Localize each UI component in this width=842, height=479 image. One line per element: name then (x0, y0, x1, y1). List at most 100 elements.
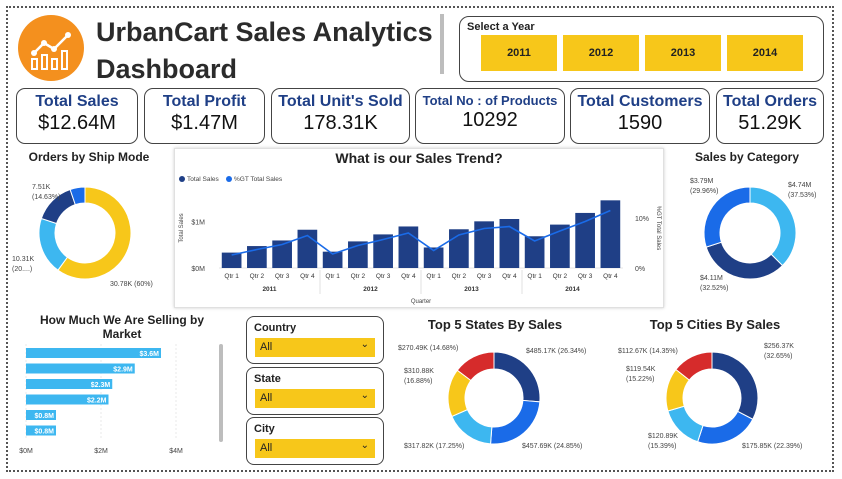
year-tick-label: 2012 (363, 286, 378, 293)
year-tick-label: 2013 (464, 286, 479, 293)
y-right-tick-label: 0% (635, 266, 645, 273)
quarter-tick-label: Qtr 4 (603, 273, 618, 280)
states-slice (451, 408, 493, 445)
quarter-tick-label: Qtr 1 (426, 273, 441, 280)
y-tick-label: $1M (191, 219, 205, 226)
x-axis-title: Quarter (411, 299, 431, 305)
legend-marker (226, 176, 232, 182)
quarter-tick-label: Qtr 1 (527, 273, 542, 280)
market-axis-label: $2M (94, 448, 108, 455)
country-dropdown[interactable]: All ⌄ (255, 338, 375, 357)
quarter-tick-label: Qtr 4 (300, 273, 315, 280)
quarter-tick-label: Qtr 1 (325, 273, 340, 280)
kpi-label: Total Customers (577, 93, 703, 110)
country-slicer: Country All ⌄ (246, 316, 384, 364)
category-title: Sales by Category (694, 150, 800, 164)
market-title: How Much We Are Selling by Market (39, 313, 205, 341)
kpi-value: 51.29K (738, 112, 802, 134)
sales-bar (600, 200, 621, 268)
kpi-value: 178.31K (303, 112, 378, 134)
market-chart: $0M $2M $4M $3.6M $2.9M $2.3M $2.2M $0.8M $0.8M (19, 344, 183, 455)
legend-marker (179, 176, 185, 182)
kpi-value: 1590 (617, 112, 663, 134)
y-axis-title: Total Sales (179, 213, 185, 242)
states-slice (490, 399, 541, 445)
market-bar-label: $2.3M (91, 382, 111, 389)
market-bar-label: $3.6M (140, 351, 160, 358)
sales-trend-title: What is our Sales Trend? (335, 150, 503, 166)
states-title: Top 5 States By Sales (427, 317, 563, 332)
category-data-label: (37.53%) (788, 192, 816, 199)
quarter-tick-label: Qtr 2 (250, 273, 265, 280)
year-button-2014[interactable]: 2014 (727, 35, 803, 71)
kpi-label: Total Sales (35, 93, 119, 110)
market-axis-label: $0M (19, 448, 33, 455)
state-dropdown-value: All (260, 392, 273, 404)
kpi-customers: Total Customers 1590 (570, 88, 710, 144)
market-scrollbar[interactable] (219, 344, 223, 442)
legend-label: Total Sales (187, 176, 220, 183)
year-slicer-label: Select a Year (467, 21, 535, 33)
year-tick-label: 2014 (565, 286, 580, 293)
cities-data-label: $256.37K (764, 343, 794, 350)
kpi-total-sales: Total Sales $12.64M (16, 88, 138, 144)
kpi-value: 10292 (462, 109, 518, 131)
chevron-down-icon: ⌄ (360, 390, 369, 401)
state-dropdown[interactable]: All ⌄ (255, 389, 375, 408)
market-bar-label: $2.2M (87, 398, 107, 405)
ship-mode-data-label: 10.31K (12, 256, 35, 263)
header-divider (440, 14, 444, 74)
cities-data-label: $112.67K (14.35%) (618, 348, 678, 355)
category-data-label: (32.52%) (700, 285, 728, 292)
states-data-label: (16.88%) (404, 378, 432, 385)
ship-mode-data-label: (20....) (12, 266, 32, 273)
city-dropdown-value: All (260, 442, 273, 454)
year-button-2012[interactable]: 2012 (563, 35, 639, 71)
category-slice (705, 241, 784, 280)
states-data-label: $317.82K (17.25%) (404, 443, 464, 450)
state-slicer-label: State (254, 373, 281, 385)
states-data-label: $310.88K (404, 368, 434, 375)
ship-mode-data-label: 7.51K (32, 184, 51, 191)
category-chart: $3.79M (29.96%) $4.74M (37.53%) $4.11M (32.52… (690, 178, 816, 292)
cities-data-label: $120.89K (648, 433, 678, 440)
y-right-axis-title: %GT Total Sales (655, 206, 661, 250)
cities-chart: $112.67K (14.35%) $256.37K (32.65%) $119.54… (618, 343, 802, 450)
kpi-label: Total No : of Products (422, 93, 558, 108)
ship-mode-data-label: 30.78K (60%) (110, 281, 153, 288)
city-dropdown[interactable]: All ⌄ (255, 439, 375, 458)
cities-data-label: (15.39%) (648, 443, 676, 450)
quarter-tick-label: Qtr 3 (275, 273, 290, 280)
kpi-label: Total Profit (162, 93, 247, 110)
chevron-down-icon: ⌄ (360, 440, 369, 451)
country-dropdown-value: All (260, 341, 273, 353)
chevron-down-icon: ⌄ (360, 339, 369, 350)
states-chart: $270.49K (14.68%) $485.17K (26.34%) $310.8… (398, 345, 586, 450)
category-data-label: $4.74M (788, 182, 812, 189)
category-data-label: $4.11M (700, 275, 723, 282)
market-axis-label: $4M (169, 448, 183, 455)
kpi-units-sold: Total Unit's Sold 178.31K (271, 88, 410, 144)
sales-trend-chart: Total Sales %GT Total Sales $1M $0M 10% 0% Tot… (179, 176, 661, 305)
kpi-orders: Total Orders 51.29K (716, 88, 824, 144)
quarter-tick-label: Qtr 2 (553, 273, 568, 280)
quarter-tick-label: Qtr 4 (401, 273, 416, 280)
y-tick-label: $0M (191, 266, 205, 273)
year-button-2011[interactable]: 2011 (481, 35, 557, 71)
quarter-tick-label: Qtr 4 (502, 273, 517, 280)
kpi-label: Total Unit's Sold (278, 93, 403, 110)
kpi-label: Total Orders (723, 93, 817, 110)
market-bar-label: $0.8M (35, 413, 55, 420)
ship-mode-title: Orders by Ship Mode (28, 150, 150, 164)
states-data-label: $485.17K (26.34%) (526, 348, 586, 355)
dashboard-title: UrbanCart Sales Analytics Dashboard (96, 17, 433, 84)
year-button-2013[interactable]: 2013 (645, 35, 721, 71)
city-slicer-label: City (254, 423, 275, 435)
ship-mode-slice (38, 217, 69, 271)
ship-mode-chart: 7.51K (14.63%) 10.31K (20....) 30.78K (60%) (12, 184, 153, 288)
cities-data-label: $175.85K (22.39%) (742, 443, 802, 450)
quarter-tick-label: Qtr 2 (351, 273, 366, 280)
states-data-label: $457.69K (24.85%) (522, 443, 582, 450)
city-slicer: City All ⌄ (246, 417, 384, 465)
quarter-tick-label: Qtr 3 (477, 273, 492, 280)
